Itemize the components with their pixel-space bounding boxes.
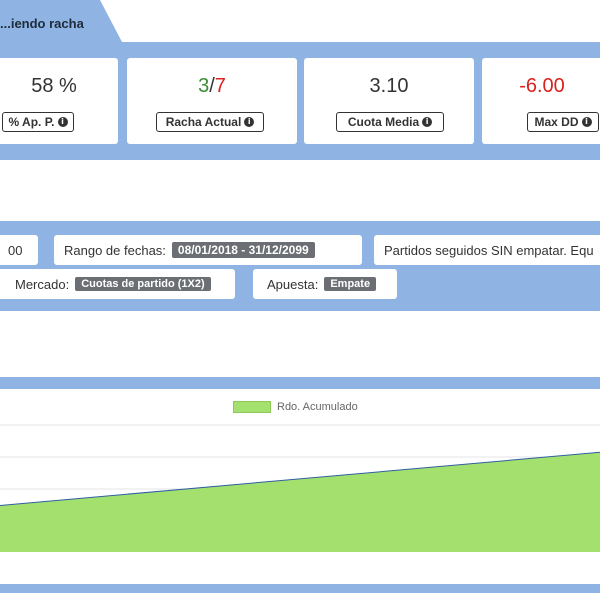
cumulative-chart bbox=[0, 424, 600, 552]
chart-panel-header bbox=[0, 377, 600, 389]
section-tab-title: ...iendo racha bbox=[0, 16, 84, 31]
section-tab[interactable]: ...iendo racha bbox=[0, 0, 122, 42]
market-chip: Cuotas de partido (1X2) bbox=[75, 277, 211, 291]
avg-odds-value: 3.10 bbox=[369, 75, 409, 97]
chart-area bbox=[0, 389, 600, 584]
hit-rate-button[interactable]: % Ap. P. i bbox=[2, 112, 74, 132]
filter-matches: Partidos seguidos SIN empatar. Equ bbox=[374, 235, 600, 265]
hit-rate-label: % Ap. P. bbox=[8, 115, 55, 129]
info-icon: i bbox=[422, 117, 433, 127]
filter-market[interactable]: Mercado: Cuotas de partido (1X2) bbox=[0, 269, 235, 299]
bottom-bar bbox=[0, 584, 600, 593]
market-label: Mercado: bbox=[15, 276, 70, 292]
info-icon: i bbox=[244, 117, 255, 127]
info-icon: i bbox=[581, 117, 592, 127]
current-streak-value: 3/7 bbox=[127, 75, 297, 98]
stat-card-hit-rate: 58 % % Ap. P. i bbox=[0, 58, 118, 144]
filter-partial-value: 00 bbox=[8, 242, 23, 258]
filter-partial: 00 bbox=[0, 235, 38, 265]
stat-card-max-dd: -6.00 Max DD i bbox=[482, 58, 600, 144]
legend-swatch[interactable] bbox=[233, 401, 271, 413]
max-dd-button[interactable]: Max DD i bbox=[527, 112, 599, 132]
filter-date-range[interactable]: Rango de fechas: 08/01/2018 - 31/12/2099 bbox=[54, 235, 362, 265]
bet-label: Apuesta: bbox=[267, 276, 319, 292]
current-streak-label: Racha Actual bbox=[165, 115, 242, 129]
avg-odds-label: Cuota Media bbox=[347, 115, 420, 129]
streak-current: 3 bbox=[198, 75, 210, 97]
area-series-fill bbox=[0, 452, 600, 552]
current-streak-button[interactable]: Racha Actual i bbox=[156, 112, 264, 132]
legend-label[interactable]: Rdo. Acumulado bbox=[277, 401, 358, 413]
max-dd-label: Max DD bbox=[534, 115, 579, 129]
hit-rate-value: 58 % bbox=[31, 75, 77, 97]
info-icon: i bbox=[57, 117, 68, 127]
date-range-chip: 08/01/2018 - 31/12/2099 bbox=[171, 242, 315, 258]
date-range-label: Rango de fechas: bbox=[64, 242, 166, 258]
max-dd-value: -6.00 bbox=[519, 75, 565, 97]
stat-card-current-streak: 3/7 Racha Actual i bbox=[127, 58, 297, 144]
matches-text: Partidos seguidos SIN empatar. Equ bbox=[384, 242, 594, 258]
bet-chip: Empate bbox=[324, 277, 377, 291]
streak-total: 7 bbox=[214, 75, 226, 97]
avg-odds-button[interactable]: Cuota Media i bbox=[336, 112, 444, 132]
stat-card-avg-odds: 3.10 Cuota Media i bbox=[304, 58, 474, 144]
filter-bet[interactable]: Apuesta: Empate bbox=[253, 269, 397, 299]
